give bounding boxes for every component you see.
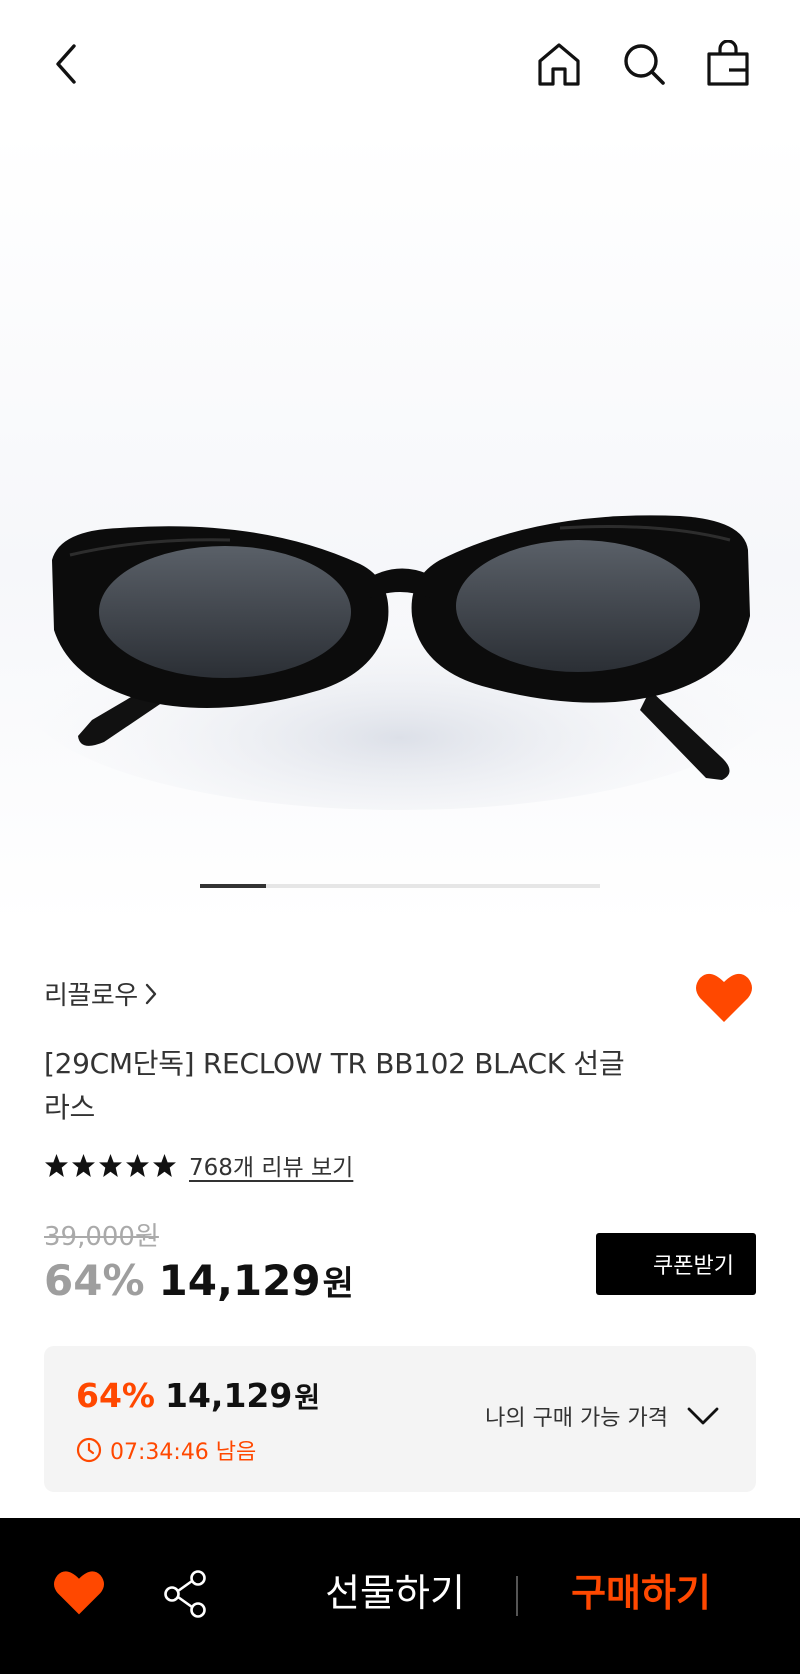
gallery-pager-thumb: [200, 884, 266, 888]
product-image: [20, 515, 780, 810]
gift-button[interactable]: 선물하기: [310, 1568, 480, 1618]
rating-stars: [44, 1153, 177, 1178]
sale-price-row: 64% 14,129 원: [44, 1256, 354, 1305]
coupon-button[interactable]: 쿠폰받기: [596, 1233, 756, 1295]
star-icon: [153, 1153, 176, 1177]
chevron-left-icon: [56, 44, 76, 84]
brand-link[interactable]: 리끌로우: [44, 975, 158, 1012]
bottom-action-bar: 선물하기 구매하기: [0, 1518, 800, 1674]
wishlist-button[interactable]: [694, 970, 754, 1026]
heart-icon: [696, 973, 752, 1022]
discount-rate: 64%: [44, 1256, 145, 1305]
price-unit: 원: [322, 1264, 354, 1304]
search-button[interactable]: [618, 38, 670, 90]
star-icon: [72, 1153, 95, 1177]
back-button[interactable]: [40, 38, 92, 90]
sale-price: 14,129: [158, 1256, 321, 1305]
best-price-box[interactable]: 64% 14,129 원 07:34:46 남음 나의 구매 가능 가격: [44, 1346, 756, 1492]
available-price-toggle[interactable]: 나의 구매 가능 가격: [485, 1400, 720, 1432]
timer-row: 07:34:46 남음: [76, 1434, 256, 1466]
best-price-unit: 원: [294, 1381, 321, 1414]
product-image-gallery[interactable]: [0, 130, 800, 925]
home-icon: [538, 43, 580, 86]
available-price-label: 나의 구매 가능 가격: [485, 1406, 668, 1431]
best-price-row: 64% 14,129 원: [76, 1376, 320, 1416]
heart-icon: [54, 1571, 104, 1615]
top-navigation-bar: [0, 0, 800, 130]
cart-button[interactable]: [702, 38, 754, 90]
original-price: 39,000원: [44, 1222, 159, 1252]
brand-name: 리끌로우: [44, 981, 138, 1011]
best-discount-rate: 64%: [76, 1376, 155, 1415]
shopping-bag-icon: [707, 40, 749, 86]
clock-icon: [76, 1437, 102, 1463]
bottom-bar-divider: [516, 1576, 518, 1616]
star-icon: [126, 1153, 149, 1177]
countdown-timer: 07:34:46 남음: [110, 1440, 257, 1465]
product-title: [29CM단독] RECLOW TR BB102 BLACK 선글라스: [44, 1047, 625, 1124]
best-price: 14,129: [165, 1376, 293, 1415]
star-icon: [45, 1153, 68, 1177]
rating-row: 768개 리뷰 보기: [44, 1148, 353, 1182]
search-icon: [624, 44, 665, 85]
home-button[interactable]: [533, 38, 585, 90]
chevron-down-icon: [687, 1407, 719, 1425]
bottom-wishlist-button[interactable]: [52, 1568, 106, 1618]
buy-button[interactable]: 구매하기: [556, 1568, 726, 1618]
share-button[interactable]: [160, 1568, 212, 1620]
chevron-right-icon: [145, 983, 156, 1004]
star-icon: [99, 1153, 122, 1177]
review-link[interactable]: 768개 리뷰 보기: [189, 1148, 353, 1182]
share-icon: [164, 1570, 206, 1618]
